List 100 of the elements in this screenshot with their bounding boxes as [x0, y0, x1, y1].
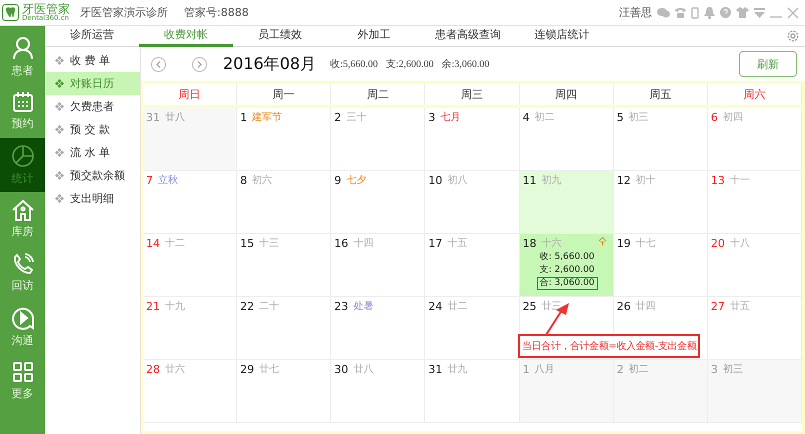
day-number: 8 [240, 174, 248, 186]
calendar-day-cell[interactable]: 1 建军节 [237, 108, 332, 171]
lunar-date: 初十 [636, 174, 656, 187]
day-amount: 合: 3,060.00 [536, 277, 598, 290]
submenu-item[interactable]: 欠费患者 [45, 95, 140, 118]
calendar-day-cell[interactable]: 14 十二 [143, 234, 238, 297]
calendar-day-cell[interactable]: 5 初三 [614, 108, 708, 171]
calendar-day-cell[interactable]: 21 十九 [143, 297, 238, 360]
day-number: 30 [334, 362, 348, 376]
day-number: 20 [710, 236, 725, 250]
calendar-day-cell[interactable]: 3 七月 [425, 108, 520, 171]
day-number: 21 [146, 300, 160, 312]
submenu-item[interactable]: 支出明细 [45, 187, 140, 210]
day-number: 12 [616, 174, 631, 186]
day-number: 9 [334, 174, 342, 186]
tab[interactable]: 外加工 [327, 26, 421, 46]
previous-month-button[interactable] [151, 56, 166, 72]
calendar-day-cell[interactable]: 8 初六 [237, 171, 332, 234]
tab[interactable]: 收费对帐 [139, 26, 233, 46]
lunar-date: 十八 [730, 236, 750, 250]
diamond-icon [55, 171, 64, 180]
tab[interactable]: 诊所运营 [45, 26, 139, 46]
day-number: 28 [146, 362, 160, 376]
tab[interactable]: 连锁店统计 [515, 26, 609, 46]
calendar-day-cell[interactable]: 18 十六 收: 5,660.00 支: 2,600.00 合: 3,060.00 [520, 234, 614, 297]
bell-icon[interactable] [704, 6, 715, 18]
lunar-date: 廿七 [259, 362, 280, 376]
day-number: 18 [522, 236, 537, 250]
day-number: 19 [616, 236, 631, 250]
lunar-date: 初九 [542, 174, 562, 187]
weekday-header: 周一 [237, 84, 332, 105]
diamond-icon [55, 56, 64, 65]
mobile-icon[interactable] [691, 6, 699, 18]
lunar-date: 十二 [165, 236, 185, 250]
calendar-day-cell[interactable]: 15 十三 [237, 234, 332, 297]
submenu-item[interactable]: 流 水 单 [45, 141, 140, 164]
calendar-day-cell[interactable]: 2 三十 [331, 108, 426, 171]
help-icon[interactable] [720, 7, 731, 18]
day-number: 14 [146, 236, 160, 250]
lunar-date: 十三 [259, 236, 280, 250]
lunar-date: 立秋 [158, 174, 178, 187]
calendar-day-cell[interactable]: 7 立秋 [143, 171, 238, 234]
calendar-day-cell[interactable]: 29 廿七 [237, 360, 332, 423]
lunar-date: 廿四 [636, 300, 656, 313]
calendar-day-cell[interactable]: 9 七夕 [331, 171, 426, 234]
calendar-day-cell[interactable]: 16 十四 [331, 234, 426, 297]
weekday-header: 周日 [143, 84, 238, 105]
day-number: 5 [616, 110, 624, 124]
dropdown-icon[interactable] [754, 8, 765, 18]
day-number: 13 [710, 174, 725, 186]
day-amount: 支: 2,600.00 [538, 264, 596, 277]
lunar-date: 初二 [534, 110, 555, 124]
calendar-day-cell[interactable]: 11 初九 [520, 171, 614, 234]
lunar-date: 建军节 [252, 110, 282, 124]
calendar-day-cell[interactable]: 4 初二 [520, 108, 614, 171]
logo-text: 牙医管家 [22, 3, 70, 15]
refresh-button[interactable]: 刷新 [739, 51, 797, 77]
lunar-date: 廿二 [447, 300, 468, 313]
month-expense: 支:2,600.00 [386, 58, 434, 71]
day-number: 2 [616, 362, 624, 376]
tab[interactable]: 员工绩效 [233, 26, 327, 46]
calendar-day-cell[interactable]: 22 二十 [237, 297, 332, 360]
shirt-icon[interactable] [736, 7, 749, 18]
calendar-day-cell[interactable]: 23 处暑 [331, 297, 426, 360]
day-number: 31 [428, 362, 442, 376]
day-number: 24 [428, 300, 442, 312]
submenu-item[interactable]: 对账日历 [45, 72, 140, 95]
calendar-day-cell[interactable]: 27 廿五 [708, 297, 802, 360]
calendar-day-cell[interactable]: 17 十五 [425, 234, 520, 297]
user-name[interactable]: 汪善思 [619, 5, 652, 20]
pie-chart-icon [10, 144, 34, 168]
calendar-day-cell[interactable]: 19 十七 [614, 234, 708, 297]
calendar-day-cell[interactable]: 24 廿二 [425, 297, 520, 360]
calendar-day-cell[interactable]: 10 初八 [425, 171, 520, 234]
day-number: 1 [522, 362, 530, 376]
lunar-date: 八月 [534, 363, 555, 376]
day-number: 10 [428, 174, 442, 186]
day-number: 27 [710, 300, 725, 312]
chat-icon[interactable] [657, 7, 670, 18]
lunar-date: 初三 [722, 362, 743, 376]
day-number: 31 [146, 110, 160, 124]
tab[interactable]: 患者高级查询 [421, 26, 515, 46]
settings-icon[interactable] [787, 30, 799, 42]
calendar-day-cell[interactable]: 6 初四 [708, 108, 802, 171]
calendar-day-cell[interactable]: 28 廿六 [143, 360, 238, 423]
calendar-day-cell[interactable]: 12 初十 [614, 171, 708, 234]
calendar-icon [12, 91, 34, 113]
submenu-item[interactable]: 预 交 款 [45, 118, 140, 141]
calendar-day-cell[interactable]: 13 十一 [708, 171, 802, 234]
close-icon[interactable] [787, 6, 799, 18]
submenu-item[interactable]: 收 费 单 [45, 49, 140, 72]
lunar-date: 十七 [636, 236, 656, 250]
submenu-item[interactable]: 预交款余额 [45, 164, 140, 187]
play-chat-icon [10, 306, 34, 330]
calendar-day-cell[interactable]: 20 十八 [708, 234, 802, 297]
day-number: 26 [616, 300, 631, 312]
calendar-day-cell[interactable]: 30 廿八 [331, 360, 426, 423]
calendar-day-cell[interactable]: 31 廿九 [425, 360, 520, 423]
phone-icon[interactable] [675, 7, 686, 18]
next-month-button[interactable] [192, 56, 207, 72]
